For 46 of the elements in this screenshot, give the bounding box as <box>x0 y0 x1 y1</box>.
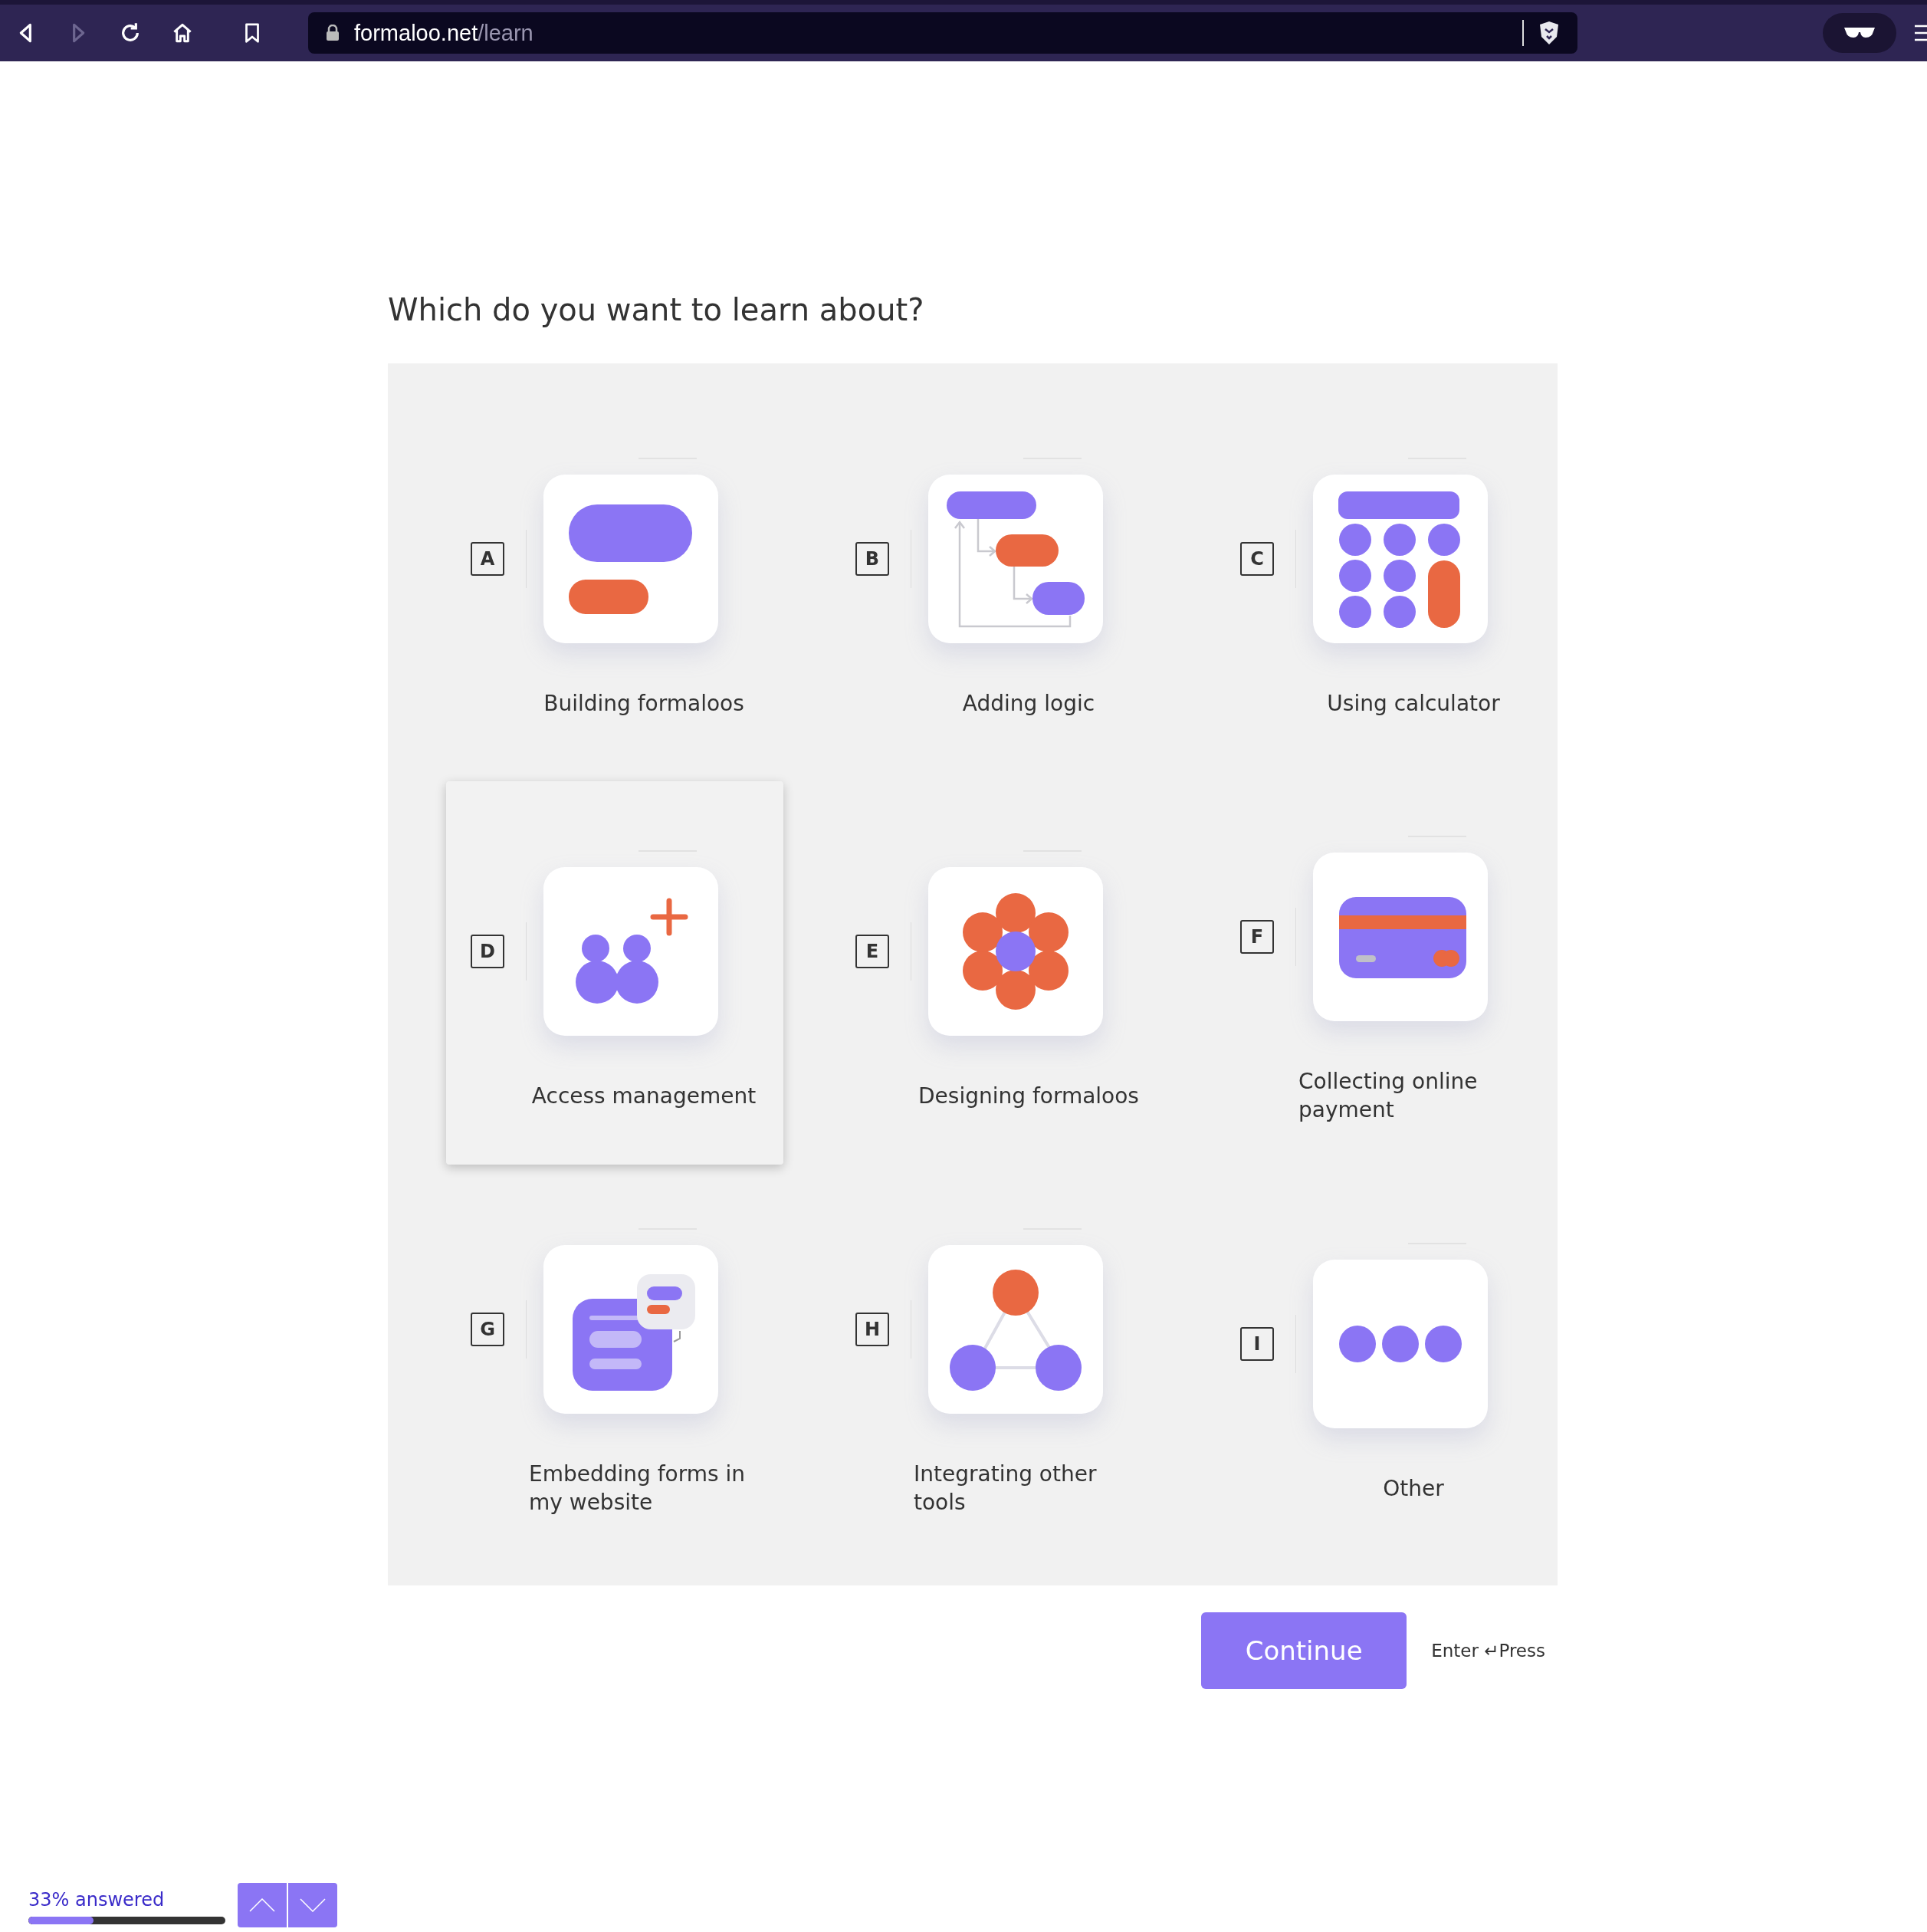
progress-label: 33% answered <box>28 1889 166 1911</box>
key-hint: A <box>471 541 504 576</box>
chevron-down-icon <box>300 1898 326 1912</box>
choice-option[interactable]: E Designing formaloos <box>831 781 1168 1165</box>
shield-icon[interactable] <box>1538 20 1561 46</box>
choice-option[interactable]: G Embedding forms in my website <box>446 1174 783 1557</box>
glasses-button[interactable] <box>1823 13 1896 53</box>
more-dots-icon <box>1339 1325 1462 1362</box>
option-label: Collecting online payment <box>1298 1068 1479 1124</box>
choice-option[interactable]: I Other <box>1216 1174 1553 1557</box>
choice-option[interactable]: D Access management <box>446 781 783 1165</box>
credit-card-icon <box>1339 897 1466 978</box>
key-hint: F <box>1240 920 1274 954</box>
choice-option[interactable]: B Adding logic <box>831 389 1168 772</box>
lock-icon <box>325 25 340 41</box>
choice-option[interactable]: H Integrating other tools <box>831 1174 1168 1557</box>
key-hint: B <box>855 541 889 576</box>
key-hint: E <box>855 934 889 968</box>
option-label: Designing formaloos <box>918 1082 1139 1110</box>
address-bar[interactable]: formaloo.net/learn <box>308 12 1577 54</box>
pill-shapes-icon <box>569 504 692 614</box>
network-icon <box>950 1270 1082 1391</box>
key-hint: G <box>471 1313 504 1346</box>
choice-option[interactable]: A Building formaloos <box>446 389 783 772</box>
option-label: Using calculator <box>1327 689 1500 718</box>
option-label: Building formaloos <box>543 689 744 718</box>
key-hint: H <box>855 1313 889 1346</box>
choice-option[interactable]: C Using calculator <box>1216 389 1553 772</box>
key-hint: I <box>1240 1326 1274 1361</box>
option-label: Embedding forms in my website <box>529 1460 746 1516</box>
option-label: Integrating other tools <box>914 1460 1098 1516</box>
option-label: Other <box>1383 1474 1444 1503</box>
continue-button[interactable]: Continue <box>1201 1612 1407 1689</box>
embed-window-icon <box>573 1274 695 1391</box>
add-users-icon <box>574 897 689 1005</box>
keyboard-hint: Enter ↵Press <box>1431 1641 1545 1661</box>
option-label: Access management <box>531 1082 757 1110</box>
question-title: Which do you want to learn about? <box>388 291 925 329</box>
key-hint: D <box>471 934 504 968</box>
choice-option[interactable]: F Collecting online payment <box>1216 781 1553 1165</box>
chevron-up-icon <box>249 1898 275 1912</box>
flower-icon <box>963 892 1069 1010</box>
option-label: Adding logic <box>962 689 1095 718</box>
calculator-icon <box>1338 491 1460 629</box>
flowchart-icon <box>945 489 1086 629</box>
key-hint: C <box>1240 541 1274 576</box>
